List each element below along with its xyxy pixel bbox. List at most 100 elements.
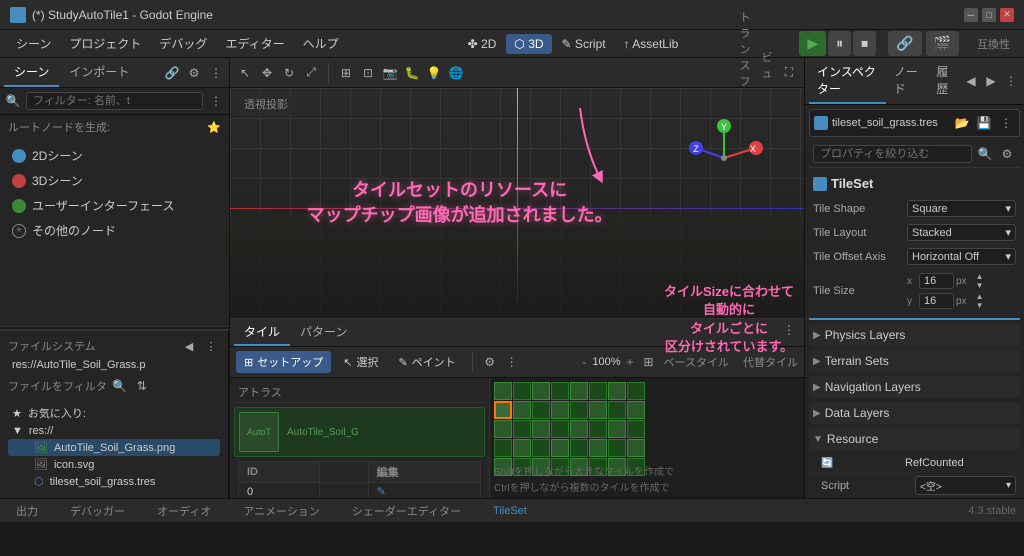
tile-viewer[interactable]: Shiftを押しながら大きなタイルを作成で Ctrlを押しながら複数のタイルを作… [490, 378, 804, 498]
paint-button[interactable]: ✎ ペイント [390, 351, 463, 373]
tile-size-y-input[interactable] [919, 293, 954, 309]
vp-env-icon[interactable]: 🌐 [447, 64, 465, 82]
fs-menu-icon[interactable]: ⋮ [202, 337, 220, 355]
terrain-sets-header[interactable]: ▶ Terrain Sets [809, 350, 1020, 372]
statusbar-audio[interactable]: オーディオ [149, 501, 219, 521]
tile-cell-selected[interactable] [494, 401, 512, 419]
window-controls[interactable]: ─ □ ✕ [964, 8, 1014, 22]
tile-cell[interactable] [532, 401, 550, 419]
tile-cell[interactable] [551, 439, 569, 457]
data-layers-header[interactable]: ▶ Data Layers [809, 402, 1020, 424]
scene-node-2d[interactable]: 2Dシーン [4, 143, 225, 168]
vp-camera-icon[interactable]: 📷 [381, 64, 399, 82]
link-icon[interactable]: 🔗 [163, 64, 181, 82]
fs-collapse-icon[interactable]: ◀ [180, 337, 198, 355]
stop-button[interactable]: ⏹ [853, 31, 876, 56]
tileset-close-icon[interactable]: ⋮ [780, 321, 798, 339]
menu-project[interactable]: プロジェクト [61, 32, 149, 55]
tile-cell[interactable] [570, 401, 588, 419]
menu-debug[interactable]: デバッグ [151, 32, 215, 55]
prop-search-icon[interactable]: 🔍 [976, 145, 994, 163]
mode-2d-button[interactable]: ✤ 2D [460, 34, 505, 54]
scene-search-icon[interactable]: 🔍 [4, 92, 22, 110]
size-y-down-icon[interactable]: ▼ [971, 301, 989, 310]
vp-snap-icon[interactable]: ⊡ [359, 64, 377, 82]
tile-cell[interactable] [532, 439, 550, 457]
tile-cell[interactable] [627, 382, 645, 400]
statusbar-tileset[interactable]: TileSet [485, 503, 535, 519]
zoom-minus-btn[interactable]: - [582, 355, 586, 369]
tile-cell[interactable] [513, 420, 531, 438]
fs-favorites[interactable]: ★ お気に入り: [8, 403, 220, 423]
size-x-up-icon[interactable]: ▲ [971, 272, 989, 281]
prop-filter-icon[interactable]: ⚙ [998, 145, 1016, 163]
tile-cell[interactable] [551, 420, 569, 438]
prop-dropdown-offset-axis[interactable]: Horizontal Off ▾ [907, 248, 1016, 265]
statusbar-debugger[interactable]: デバッガー [62, 501, 133, 521]
menu-editor[interactable]: エディター [217, 32, 292, 55]
tile-cell[interactable] [570, 439, 588, 457]
vp-grid-icon[interactable]: ⊞ [337, 64, 355, 82]
prop-dropdown-tile-shape[interactable]: Square ▾ [907, 200, 1016, 217]
movie-mode-button[interactable]: 🎬 [926, 31, 959, 56]
scene-filter-input[interactable] [26, 92, 203, 110]
tile-cell[interactable] [589, 420, 607, 438]
grid-toggle-icon[interactable]: ⊞ [640, 353, 658, 371]
tile-cell[interactable] [513, 382, 531, 400]
menu-help[interactable]: ヘルプ [295, 32, 347, 55]
file-menu-icon[interactable]: ⋮ [997, 114, 1015, 132]
statusbar-animation[interactable]: アニメーション [235, 501, 328, 521]
tile-cell[interactable] [589, 401, 607, 419]
tab-history[interactable]: 履歴 [928, 58, 962, 104]
size-y-up-icon[interactable]: ▲ [971, 292, 989, 301]
mode-script-button[interactable]: ✎ Script [554, 34, 614, 54]
inspector-prev-icon[interactable]: ◀ [962, 72, 980, 90]
scene-node-ui[interactable]: ユーザーインターフェース [4, 193, 225, 218]
tile-cell[interactable] [627, 401, 645, 419]
tile-cell[interactable] [494, 439, 512, 457]
vp-rotate-icon[interactable]: ↻ [280, 64, 298, 82]
play-button[interactable]: ▶ [799, 31, 826, 56]
tileset-menu-icon[interactable]: ⋮ [503, 353, 521, 371]
tile-cell[interactable] [532, 382, 550, 400]
size-x-down-icon[interactable]: ▼ [971, 281, 989, 290]
scene-node-3d[interactable]: 3Dシーン [4, 168, 225, 193]
tile-cell[interactable] [627, 439, 645, 457]
file-load-icon[interactable]: 📂 [953, 114, 971, 132]
scene-node-other[interactable]: + その他のノード [4, 218, 225, 243]
scene-filter-menu-icon[interactable]: ⋮ [207, 92, 225, 110]
resource-header[interactable]: ▼ Resource [809, 428, 1020, 450]
tab-inspector[interactable]: インスペクター [809, 58, 886, 104]
statusbar-shader-editor[interactable]: シェーダーエディター [344, 501, 469, 521]
tile-cell[interactable] [570, 420, 588, 438]
tile-cell[interactable] [589, 382, 607, 400]
tile-cell[interactable] [513, 401, 531, 419]
prop-dropdown-script[interactable]: <空> ▾ [915, 476, 1016, 495]
menu-scene[interactable]: シーン [8, 32, 59, 55]
file-selector[interactable]: tileset_soil_grass.tres 📂 💾 ⋮ [809, 109, 1020, 137]
tile-cell[interactable] [589, 439, 607, 457]
mode-3d-button[interactable]: ⬡ 3D [506, 34, 551, 54]
vp-scale-icon[interactable]: ⤢ [302, 64, 320, 82]
tile-cell[interactable] [570, 382, 588, 400]
fs-res-root[interactable]: ▼ res:// [8, 423, 220, 439]
tab-scene[interactable]: シーン [4, 58, 59, 87]
tile-cell[interactable] [513, 439, 531, 457]
inspector-next-icon[interactable]: ▶ [982, 72, 1000, 90]
minimize-button[interactable]: ─ [964, 8, 978, 22]
pause-button[interactable]: ⏸ [828, 31, 851, 56]
statusbar-output[interactable]: 出力 [8, 501, 46, 521]
physics-layers-header[interactable]: ▶ Physics Layers [809, 324, 1020, 346]
tab-node[interactable]: ノード [886, 58, 929, 104]
tile-cell[interactable] [532, 420, 550, 438]
scene-menu-icon[interactable]: ⋮ [207, 64, 225, 82]
vp-select-icon[interactable]: ↖ [236, 64, 254, 82]
atlas-item[interactable]: AutoT AutoTile_Soil_G [234, 407, 485, 457]
tile-cell[interactable] [494, 382, 512, 400]
fs-icon-svg[interactable]: 🖼 icon.svg [8, 456, 220, 473]
file-save-icon[interactable]: 💾 [975, 114, 993, 132]
tile-cell[interactable] [608, 382, 626, 400]
tile-cell[interactable] [494, 420, 512, 438]
edit-btn[interactable]: ✎ [368, 483, 480, 499]
scene-config-icon[interactable]: ⚙ [185, 64, 203, 82]
